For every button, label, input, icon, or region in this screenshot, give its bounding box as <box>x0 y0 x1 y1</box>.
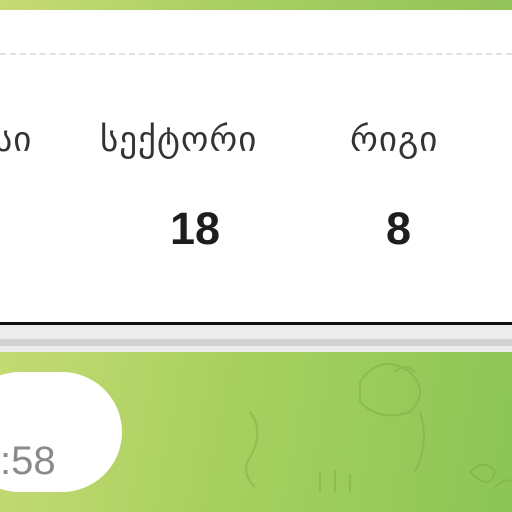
ticket-info-card: სი სექტორი 18 რიგი 8 <box>0 10 512 325</box>
scroll-divider <box>0 325 512 355</box>
sector-value: 18 <box>170 203 221 254</box>
sector-label: სექტორი <box>100 120 258 160</box>
wallpaper-background: :58 <box>0 352 512 512</box>
info-column-partial: სი <box>0 10 70 270</box>
row-value: 8 <box>386 203 412 254</box>
time-label: :58 <box>0 439 56 483</box>
info-column-sector: სექტორი 18 <box>100 10 300 270</box>
info-column-row: რიგი 8 <box>350 10 470 270</box>
row-label: რიგი <box>350 120 439 160</box>
column-label-partial: სი <box>0 120 33 160</box>
